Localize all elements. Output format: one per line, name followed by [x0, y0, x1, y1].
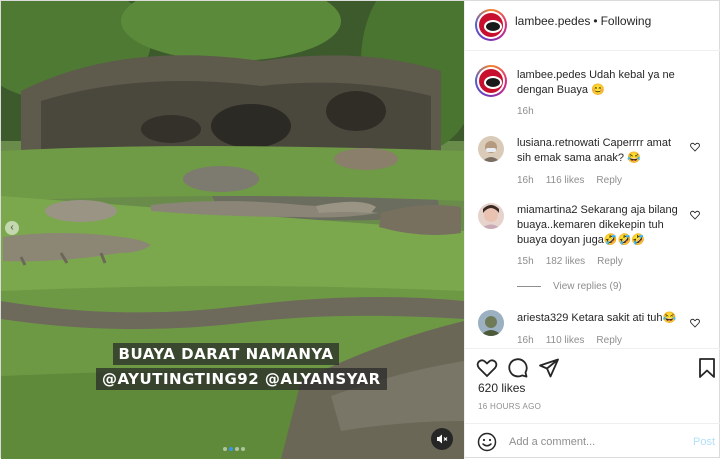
header-user-line: lambee.pedes • Following [515, 14, 651, 28]
caption-overlay-line-2: @AYUTINGTING92 @ALYANSYAR [96, 368, 387, 390]
comment-text: lusiana.retnowati Caperrrr amat sih emak … [517, 136, 685, 166]
comment-username[interactable]: ariesta329 [517, 312, 568, 324]
view-replies-label: View replies (9) [553, 281, 622, 292]
caption-time[interactable]: 16h [517, 106, 534, 117]
comment-username[interactable]: lusiana.retnowati [517, 137, 600, 149]
comment-text: miamartina2 Sekarang aja bilang buaya..ke… [517, 203, 685, 248]
comment-meta: 15h 182 likes Reply [517, 256, 635, 267]
carousel-dot [235, 447, 239, 451]
heart-icon[interactable] [690, 318, 700, 328]
avatar[interactable] [475, 9, 507, 41]
avatar[interactable] [478, 310, 504, 336]
heart-icon[interactable] [690, 142, 700, 152]
view-replies-button[interactable]: View replies (9) [517, 281, 622, 292]
paper-plane-icon[interactable] [538, 357, 560, 379]
likes-count[interactable]: 620 likes [478, 381, 525, 395]
caption-meta: 16h [517, 106, 546, 117]
carousel-indicator [201, 447, 261, 453]
comment-time[interactable]: 16h [517, 175, 534, 186]
story-caption-overlay: BUAYA DARAT NAMANYA @AYUTINGTING92 @ALYA… [96, 343, 387, 393]
speaker-muted-icon[interactable] [431, 428, 453, 450]
avatar[interactable] [478, 136, 504, 162]
comment-likes[interactable]: 182 likes [546, 256, 585, 267]
avatar[interactable] [475, 65, 507, 97]
carousel-dot [223, 447, 227, 451]
caption-text: lambee.pedes Udah kebal ya ne dengan Buay… [517, 68, 685, 98]
comment-time[interactable]: 16h [517, 335, 534, 346]
following-button[interactable]: Following [601, 14, 652, 28]
header-separator: • [593, 14, 598, 28]
chevron-left-icon[interactable]: ‹ [5, 221, 19, 235]
bookmark-icon[interactable] [696, 357, 718, 379]
avatar[interactable] [478, 203, 504, 229]
carousel-dot [229, 447, 233, 451]
carousel-dot [241, 447, 245, 451]
header-username[interactable]: lambee.pedes [515, 14, 590, 28]
reply-button[interactable]: Reply [596, 335, 622, 346]
heart-icon[interactable] [476, 357, 498, 379]
post-button[interactable]: Post [693, 436, 715, 448]
comment-time[interactable]: 15h [517, 256, 534, 267]
replies-divider [517, 285, 541, 287]
caption-overlay-line-1: BUAYA DARAT NAMANYA [112, 343, 340, 365]
post-header: lambee.pedes • Following [465, 1, 720, 51]
post-actions: 620 likes 16 HOURS AGO Post [465, 348, 720, 459]
reply-button[interactable]: Reply [596, 175, 622, 186]
smiley-icon[interactable] [477, 432, 497, 452]
caption-username[interactable]: lambee.pedes [517, 69, 586, 81]
comments-list[interactable]: lambee.pedes Udah kebal ya ne dengan Buay… [465, 52, 720, 348]
comment-meta: 16h 110 likes Reply [517, 335, 634, 346]
comment-body: Ketara sakit ati tuh😂 [571, 312, 677, 324]
instagram-post-window: BUAYA DARAT NAMANYA @AYUTINGTING92 @ALYA… [0, 0, 720, 459]
reply-button[interactable]: Reply [597, 256, 623, 267]
post-media[interactable]: BUAYA DARAT NAMANYA @AYUTINGTING92 @ALYA… [1, 1, 464, 459]
posted-timestamp[interactable]: 16 HOURS AGO [478, 402, 541, 411]
add-comment-bar: Post [465, 423, 720, 460]
comment-likes[interactable]: 110 likes [546, 335, 585, 346]
post-side-panel: lambee.pedes • Following lambee.pedes Udah … [464, 1, 720, 459]
comment-input[interactable] [509, 433, 679, 451]
heart-icon[interactable] [690, 210, 700, 220]
comment-username[interactable]: miamartina2 [517, 204, 578, 216]
comment-bubble-icon[interactable] [507, 357, 529, 379]
comment-likes[interactable]: 116 likes [546, 175, 585, 186]
comment-text: ariesta329 Ketara sakit ati tuh😂 [517, 311, 685, 326]
comment-meta: 16h 116 likes Reply [517, 175, 634, 186]
